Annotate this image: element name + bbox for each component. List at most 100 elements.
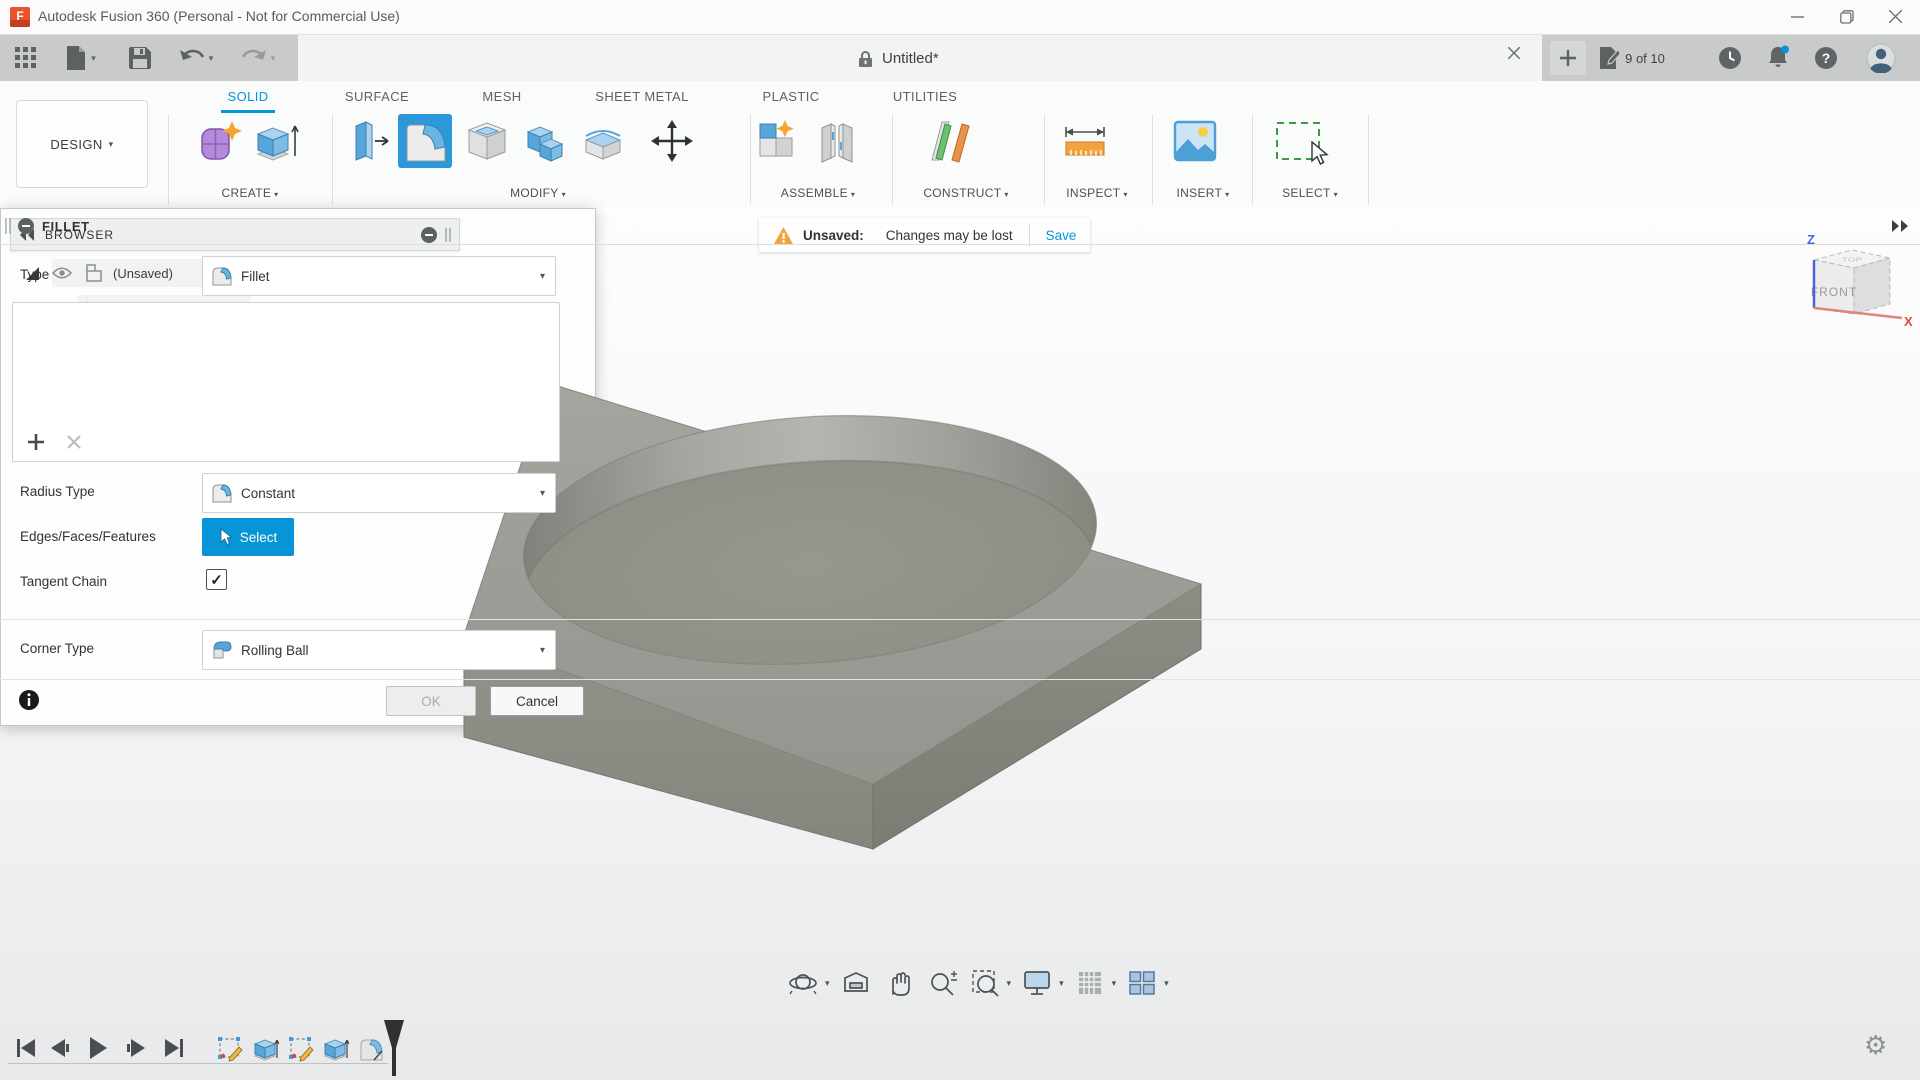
create-form-button[interactable]: [196, 116, 246, 166]
svg-text:F: F: [16, 9, 23, 23]
timeline-feature-extrude2[interactable]: [322, 1036, 350, 1062]
split-body-button[interactable]: [578, 116, 628, 166]
group-assemble[interactable]: ASSEMBLE▾: [781, 186, 855, 200]
viewports-caret[interactable]: ▾: [1164, 978, 1169, 989]
timeline-feature-sketch2[interactable]: [287, 1036, 315, 1062]
workspace-caret: ▾: [109, 139, 114, 150]
fillet-button[interactable]: [398, 114, 452, 168]
type-dropdown[interactable]: Fillet ▾: [202, 256, 556, 296]
workspace-selector[interactable]: DESIGN▾: [16, 100, 148, 188]
group-select[interactable]: SELECT▾: [1282, 186, 1338, 200]
timeline-go-to-start-button[interactable]: [12, 1035, 40, 1061]
insert-image-button[interactable]: [1170, 116, 1220, 166]
tab-plastic[interactable]: PLASTIC: [763, 89, 820, 104]
joint-button[interactable]: [812, 116, 862, 166]
redo-button[interactable]: ▾: [232, 35, 284, 81]
add-selection-icon[interactable]: [27, 433, 45, 451]
display-settings-button[interactable]: [1020, 966, 1054, 1000]
job-status-button[interactable]: 9 of 10: [1592, 35, 1672, 81]
radius-type-dropdown[interactable]: Constant ▾: [202, 473, 556, 513]
pan-button[interactable]: [882, 966, 916, 1000]
create-form-icon: [199, 119, 243, 163]
document-tab[interactable]: Untitled*: [298, 35, 1542, 81]
group-modify[interactable]: MODIFY▾: [510, 186, 566, 200]
remove-selection-icon[interactable]: [67, 435, 81, 449]
dialog-header[interactable]: FILLET: [0, 208, 1920, 245]
timeline-play-button[interactable]: [84, 1035, 112, 1061]
model-body[interactable]: [464, 383, 1201, 849]
timeline-feature-sketch1[interactable]: [216, 1036, 244, 1062]
tab-mesh[interactable]: MESH: [482, 89, 521, 104]
shell-button[interactable]: [462, 116, 512, 166]
radius-type-value: Constant: [241, 486, 295, 501]
new-tab-button[interactable]: [1550, 41, 1586, 75]
dialog-drag-handle[interactable]: [5, 218, 11, 234]
new-component-button[interactable]: [752, 116, 802, 166]
bell-icon: [1766, 45, 1790, 71]
restore-button[interactable]: [1824, 0, 1870, 33]
combine-button[interactable]: [520, 116, 570, 166]
job-status-icon: [1599, 46, 1619, 70]
close-tab-button[interactable]: [1508, 47, 1520, 59]
close-window-button[interactable]: [1872, 0, 1918, 33]
grid-settings-caret[interactable]: ▾: [1112, 978, 1117, 989]
tab-surface[interactable]: SURFACE: [345, 89, 409, 104]
group-create[interactable]: CREATE▾: [222, 186, 279, 200]
select-edges-button[interactable]: Select: [202, 518, 294, 556]
account-avatar[interactable]: [1858, 35, 1904, 81]
save-button[interactable]: [122, 35, 158, 81]
timeline-position-marker[interactable]: [382, 1018, 406, 1076]
split-body-icon: [580, 118, 626, 164]
ok-button[interactable]: OK: [386, 686, 476, 716]
notifications-center-button[interactable]: [1710, 35, 1750, 81]
group-insert[interactable]: INSERT▾: [1177, 186, 1230, 200]
timeline-step-forward-button[interactable]: [122, 1035, 150, 1061]
help-icon: ?: [1814, 46, 1838, 70]
fillet-selection-list[interactable]: [12, 302, 560, 462]
group-construct[interactable]: CONSTRUCT▾: [923, 186, 1008, 200]
tangent-chain-checkbox[interactable]: ✓: [206, 569, 227, 590]
viewcube-front-label[interactable]: FRONT: [1811, 285, 1857, 299]
type-value: Fillet: [241, 269, 270, 284]
timeline-step-back-button[interactable]: [46, 1035, 74, 1061]
select-cursor-icon: [219, 528, 233, 546]
apps-grid-button[interactable]: [8, 35, 44, 81]
viewports-button[interactable]: [1125, 966, 1159, 1000]
file-menu-button[interactable]: ▾: [58, 35, 104, 81]
undo-caret: ▾: [209, 53, 214, 64]
minimize-button[interactable]: [1774, 0, 1820, 33]
view-cube[interactable]: Z TOP FRONT X: [1790, 230, 1918, 340]
extrude-button[interactable]: [252, 116, 302, 166]
move-copy-button[interactable]: [644, 116, 700, 166]
grid-settings-button[interactable]: [1073, 966, 1107, 1000]
zoom-window-caret[interactable]: ▾: [1007, 978, 1012, 989]
info-icon[interactable]: [18, 689, 40, 711]
construct-plane-button[interactable]: [920, 116, 976, 166]
group-inspect[interactable]: INSPECT▾: [1066, 186, 1127, 200]
cancel-button[interactable]: Cancel: [490, 686, 584, 716]
timeline-go-to-end-button[interactable]: [160, 1035, 188, 1061]
visibility-eye-icon[interactable]: [52, 266, 72, 280]
timeline-feature-fillet-pending[interactable]: [357, 1036, 385, 1062]
measure-button[interactable]: [1060, 116, 1110, 166]
look-at-button[interactable]: [839, 966, 873, 1000]
dialog-dock-chevrons-icon[interactable]: [1890, 220, 1910, 232]
help-button[interactable]: ?: [1806, 35, 1846, 81]
zoom-button[interactable]: [925, 966, 959, 1000]
tab-solid[interactable]: SOLID: [227, 89, 268, 104]
press-pull-button[interactable]: [346, 116, 396, 166]
corner-type-dropdown[interactable]: Rolling Ball ▾: [202, 630, 556, 670]
orbit-button[interactable]: [786, 966, 820, 1000]
dialog-minimize-icon[interactable]: [18, 218, 34, 234]
tab-sheet-metal[interactable]: SHEET METAL: [595, 89, 689, 104]
zoom-window-button[interactable]: [968, 966, 1002, 1000]
viewcube-top-label[interactable]: TOP: [1842, 257, 1862, 263]
orbit-caret[interactable]: ▾: [825, 978, 830, 989]
timeline-feature-extrude1[interactable]: [252, 1036, 280, 1062]
tab-utilities[interactable]: UTILITIES: [893, 89, 957, 104]
notifications-button[interactable]: [1758, 35, 1798, 81]
viewport[interactable]: BROWSER (Unsaved) ⚙ Document Settings Na…: [0, 208, 1920, 1080]
preferences-gear-icon[interactable]: ⚙: [1864, 1030, 1887, 1061]
undo-button[interactable]: ▾: [170, 35, 222, 81]
display-settings-caret[interactable]: ▾: [1059, 978, 1064, 989]
